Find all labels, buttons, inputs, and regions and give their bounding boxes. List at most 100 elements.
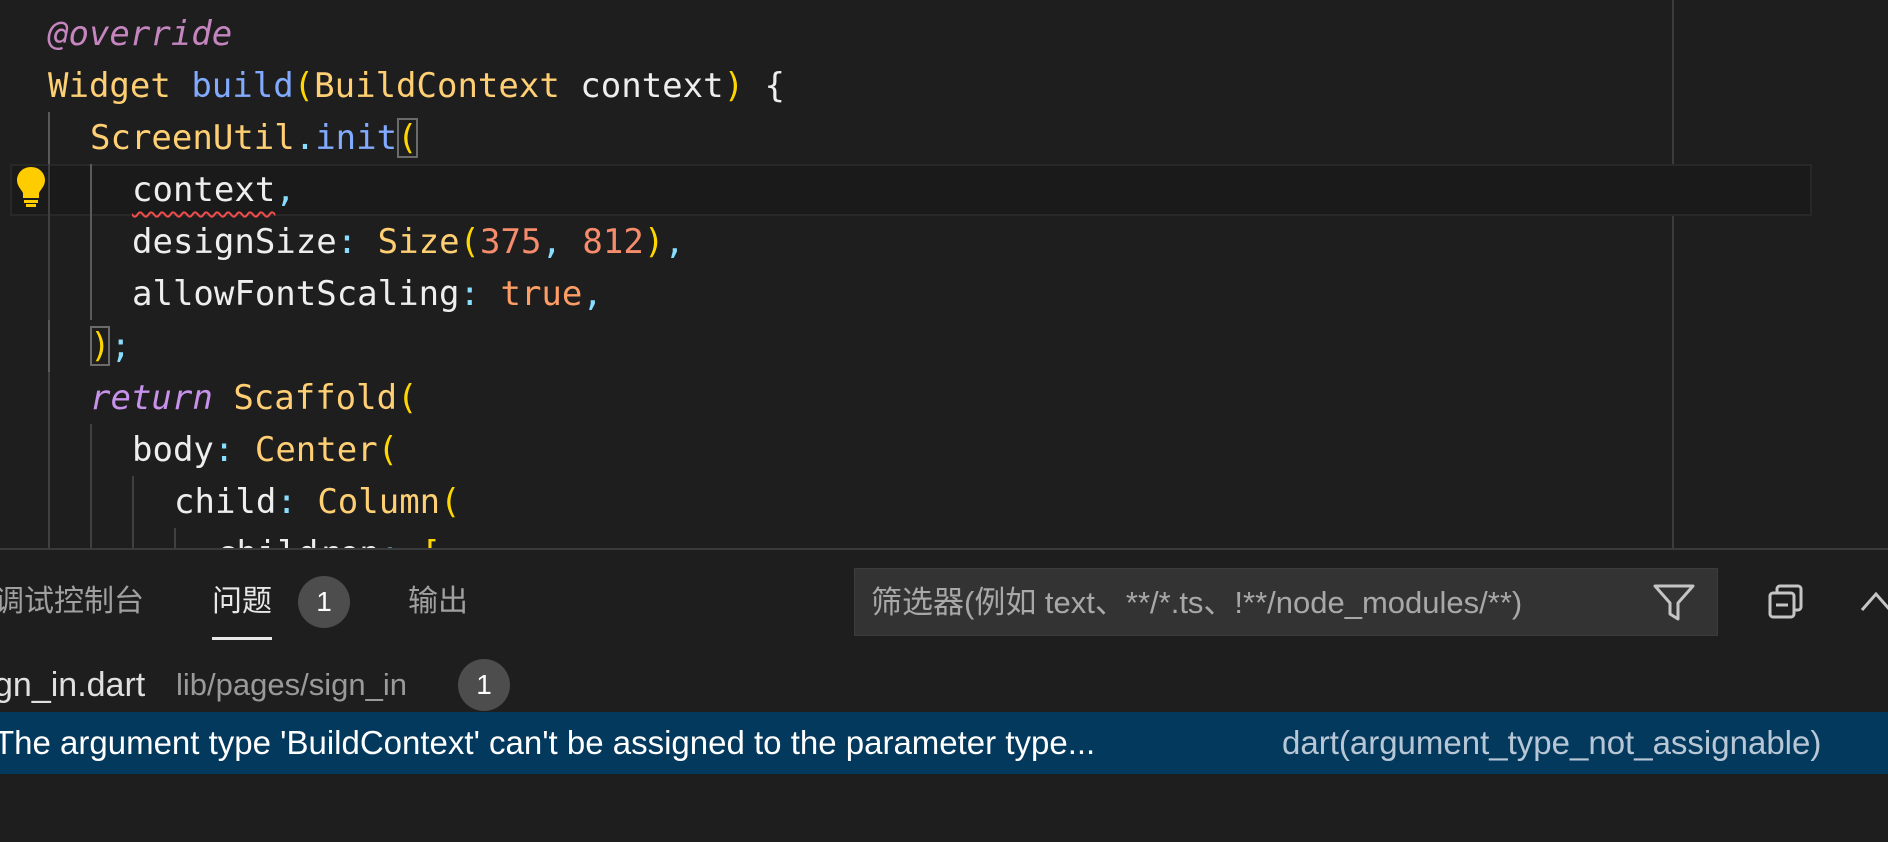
code-token: 812 [582,222,644,262]
code-token: Widget [48,66,171,106]
code-token: , [541,222,583,262]
problem-item[interactable]: The argument type 'BuildContext' can't b… [0,712,1888,774]
file-problem-count-badge: 1 [458,659,510,711]
problem-message: The argument type 'BuildContext' can't b… [0,724,1096,761]
code-token: : [459,274,501,314]
code-token: 375 [480,222,542,262]
code-token: ; [110,326,131,366]
code-line[interactable]: Widget build(BuildContext context) { [0,60,1888,112]
code-token: context [580,66,724,106]
code-token: BuildContext [314,66,560,106]
indent-guide [48,112,50,164]
collapse-all-icon[interactable] [1768,584,1804,620]
code-token: ( [440,482,461,522]
tab-debug-console[interactable]: 调试控制台 [0,570,144,634]
code-line[interactable]: child: Column( [0,476,1888,528]
code-line[interactable]: ScreenUtil.init( [0,112,1888,164]
indent-guide [90,164,92,216]
code-token: [ [421,534,441,548]
indent-guide [90,476,92,528]
code-token: body [132,430,214,470]
code-text: context, [132,164,296,216]
code-token: ) [90,326,111,366]
code-token: : [336,222,378,262]
code-token: true [500,274,583,314]
problems-count-badge: 1 [298,576,350,628]
problem-file-row[interactable]: gn_in.dart lib/pages/sign_in 1 [0,658,1888,712]
code-token: : [276,482,318,522]
indent-guide [90,528,92,548]
code-token: designSize [132,222,337,262]
code-line[interactable]: children: [ [0,528,1888,548]
code-line[interactable]: allowFontScaling: true, [0,268,1888,320]
indent-guide [48,372,50,424]
code-token: ( [397,378,418,418]
indent-guide [174,528,176,548]
indent-guide [48,164,50,216]
code-line[interactable]: ); [0,320,1888,372]
code-token: init [315,118,398,158]
indent-guide [90,424,92,476]
code-text: return Scaffold( [90,372,418,424]
code-token: , [275,170,296,210]
indent-guide [48,268,50,320]
code-token: ScreenUtil [90,118,295,158]
code-text: ScreenUtil.init( [90,112,418,164]
problem-code: dart(argument_type_not_assignable) [1282,724,1822,761]
code-line-active[interactable]: context, [10,164,1812,216]
chevron-up-icon[interactable] [1860,590,1888,612]
code-token: ) [643,222,665,262]
code-token: Size [377,222,460,262]
code-token: , [582,274,603,314]
code-token: { [764,66,786,106]
indent-guide [48,320,50,372]
filter-box [854,568,1718,637]
indent-guide [132,528,134,548]
code-text: ); [90,320,131,372]
code-token: ( [397,118,418,158]
code-token: context [132,170,276,210]
bottom-panel: 调试控制台 问题 1 输出 gn_in.dart lib/pages/sign_… [0,548,1888,842]
code-line[interactable]: designSize: Size(375, 812), [0,216,1888,268]
code-text: Widget build(BuildContext context) { [48,60,785,112]
problem-file-name: gn_in.dart [0,666,146,704]
code-token: Column [317,482,441,522]
code-token: ( [293,66,315,106]
tab-output[interactable]: 输出 [408,570,468,634]
indent-guide [132,476,134,528]
indent-guide [90,216,92,268]
code-text: @override [48,8,232,60]
code-editor[interactable]: @override Widget build(BuildContext conte… [0,0,1888,548]
lightbulb-icon[interactable] [14,165,48,209]
code-token: , [664,222,685,262]
code-token: Scaffold [233,378,398,418]
filter-icon[interactable] [1653,583,1695,623]
code-token: . [294,118,316,158]
code-token: children [216,534,380,548]
code-line[interactable]: @override [0,8,1888,60]
indent-guide [90,268,92,320]
indent-guide [48,216,50,268]
code-token: @override [48,14,233,54]
code-text: children: [ [216,528,441,548]
indent-guide [48,424,50,476]
filter-input[interactable] [869,569,1633,637]
code-token: ( [459,222,481,262]
code-text: child: Column( [174,476,461,528]
code-text: body: Center( [132,424,398,476]
code-line[interactable]: body: Center( [0,424,1888,476]
code-token: : [380,534,421,548]
tab-problems[interactable]: 问题 [212,570,272,640]
code-line[interactable]: return Scaffold( [0,372,1888,424]
code-token: ) [723,66,745,106]
code-text: allowFontScaling: true, [132,268,603,320]
problem-file-path: lib/pages/sign_in [176,667,407,702]
code-token: : [213,430,255,470]
code-token: ( [377,430,399,470]
indent-guide [48,476,50,528]
code-token: child [174,482,277,522]
